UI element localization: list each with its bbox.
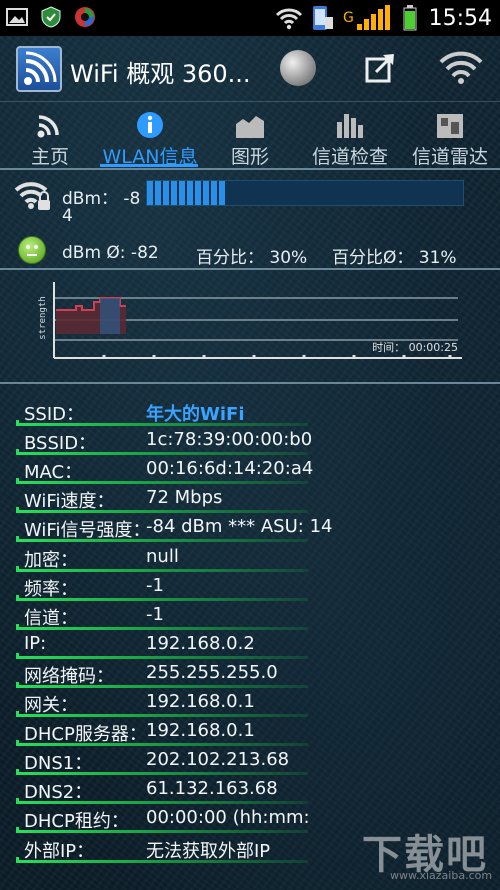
signal-graph: strength 时间： 00:00:25 [38,282,462,359]
info-value: 00:00:00 (hh:mm: [146,807,310,829]
wifi-icon [37,115,59,138]
info-row: DNS2： 61.132.163.68 [0,774,500,805]
tab-wlan-info[interactable]: WLAN信息 [100,104,200,170]
info-row: IP: 192.168.0.2 [0,629,500,659]
row-underline-tick [16,856,19,863]
info-value: 61.132.163.68 [146,778,278,800]
signal-level-bar [146,180,464,206]
divider [0,382,500,384]
active-tab-indicator [100,164,198,167]
clock: 15:54 [428,5,492,31]
x-tick [302,355,306,359]
percent-avg: 百分比Ø： 31% [332,248,457,268]
x-tick [352,355,356,359]
wifi-signal-icon [14,182,50,210]
svg-text:G: G [343,10,354,26]
percent: 百分比： 30% [196,248,308,268]
info-row: MAC： 00:16:6d:14:20:a4 [0,454,500,485]
wifi-settings-icon[interactable] [438,50,484,86]
x-tick [448,355,452,359]
info-row: 信道： -1 [0,600,500,630]
info-row: 加密： null [0,542,500,572]
wifi-icon [275,8,302,30]
tab-label: 信道雷达 [411,146,488,168]
image-icon [6,8,28,26]
row-underline [18,859,308,863]
info-icon [137,112,163,138]
info-value: -1 [146,574,164,596]
watermark: 下载吧 www.xiazaiba.com [362,822,494,882]
tab-label: 图形 [230,146,269,168]
x-tick [402,355,406,359]
dbm-value: dBm： -8 [62,189,141,209]
info-value: 202.102.213.68 [146,749,290,771]
smiley-icon [18,236,46,264]
tab-home[interactable]: 主页 [0,104,100,170]
info-value: -84 dBm *** ASU: 14 [146,516,333,538]
app-title: WiFi 概观 360... [70,60,251,88]
info-key: IP: [24,632,47,654]
info-row: 网络掩码： 255.255.255.0 [0,658,500,688]
tab-graph[interactable]: 图形 [200,104,300,170]
app-logo-icon[interactable] [16,46,62,92]
bar-chart-icon [337,114,363,138]
avg-dbm: dBm Ø: -82 [62,243,159,263]
info-value: 72 Mbps [146,487,223,509]
signal-area-blue [100,298,120,334]
divider [0,268,500,270]
share-icon[interactable] [364,50,398,84]
area-chart-icon [236,116,264,138]
info-value: null [146,545,179,567]
tab-bar: 主页 WLAN信息 图形 信道检查 信道雷达 [0,104,500,170]
x-tick [202,355,206,359]
phone-icon [312,6,333,30]
info-value: 192.168.0.2 [146,632,255,654]
shield-icon [41,6,61,28]
x-tick [102,355,106,359]
app-bar: WiFi 概观 360... [0,36,500,102]
info-value: 255.255.255.0 [146,661,278,683]
tab-channel-check[interactable]: 信道检查 [300,104,400,170]
info-value: -1 [146,603,164,625]
tab-label: 信道检查 [311,146,388,168]
info-value: 1c:78:39:00:00:b0 [146,429,313,451]
info-row: DNS1： 202.102.213.68 [0,745,500,776]
info-row: BSSID： 1c:78:39:00:00:b0 [0,425,500,456]
info-value: 00:16:6d:14:20:a4 [146,458,314,480]
signal-level-fill [147,181,226,205]
info-row: DHCP服务器： 192.168.0.1 [0,716,500,747]
info-value: 192.168.0.1 [146,691,255,712]
info-row: 频率： -1 [0,571,500,601]
info-row: WiFi速度： 72 Mbps [0,483,500,514]
time-label: 时间： 00:00:25 [372,341,458,354]
battery-icon [403,5,417,31]
info-row: 网关： 192.168.0.1 [0,687,500,717]
info-row: SSID： 年大的WiFi [0,396,500,426]
signal-icon: G [343,5,390,30]
status-bar: G 15:54 [0,0,500,36]
channel-radar-icon [437,114,463,138]
app-icon [75,7,95,27]
globe-icon[interactable] [280,50,316,86]
y-axis-label: strength [38,296,48,339]
info-row: WiFi信号强度： -84 dBm *** ASU: 14 [0,512,500,543]
info-value: 192.168.0.1 [146,720,255,742]
x-tick [252,355,256,359]
watermark-url: www.xiazaiba.com [390,869,493,882]
tab-channel-radar[interactable]: 信道雷达 [400,104,500,170]
divider [0,168,500,170]
x-tick [152,355,156,359]
dbm-value-wrap: 4 [62,206,73,226]
tab-label: 主页 [30,146,69,168]
